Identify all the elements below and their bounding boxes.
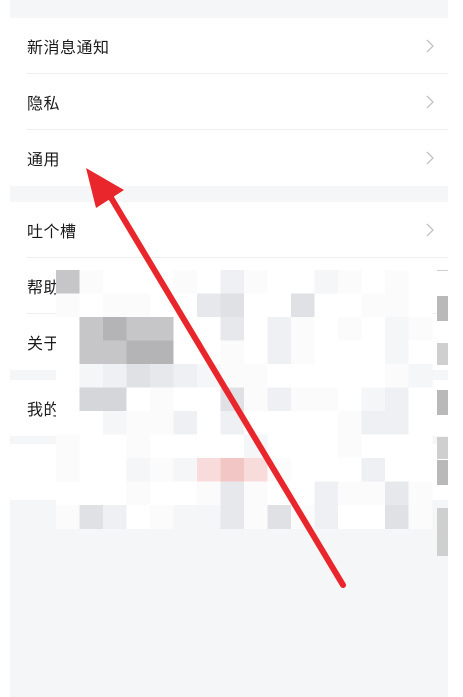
- setting-feedback[interactable]: 吐个槽: [10, 202, 448, 258]
- chevron-right-icon: [426, 223, 434, 237]
- setting-label: 我的: [27, 400, 61, 419]
- setting-label: 隐私: [27, 94, 61, 113]
- setting-help[interactable]: 帮助: [10, 258, 448, 314]
- settings-group-2: 吐个槽 帮助 关于: [10, 202, 448, 370]
- setting-label: 通用: [27, 150, 61, 169]
- setting-mine[interactable]: 我的: [10, 380, 448, 436]
- setting-about[interactable]: 关于: [10, 314, 448, 370]
- chevron-right-icon: [426, 151, 434, 165]
- settings-group-1: 新消息通知 隐私 通用: [10, 18, 448, 186]
- setting-label: 新消息通知: [27, 38, 110, 57]
- setting-general[interactable]: 通用: [10, 130, 448, 186]
- setting-privacy[interactable]: 隐私: [10, 74, 448, 130]
- chevron-right-icon: [426, 39, 434, 53]
- chevron-right-icon: [426, 95, 434, 109]
- settings-screen: 新消息通知 隐私 通用 吐个槽 帮助 关于 我的: [10, 0, 448, 697]
- setting-label: 帮助: [27, 278, 61, 297]
- settings-group-3: 我的: [10, 380, 448, 436]
- settings-group-4: [10, 444, 448, 500]
- setting-label: 吐个槽: [27, 222, 77, 241]
- setting-new-message-notification[interactable]: 新消息通知: [10, 18, 448, 74]
- setting-label: 关于: [27, 334, 61, 353]
